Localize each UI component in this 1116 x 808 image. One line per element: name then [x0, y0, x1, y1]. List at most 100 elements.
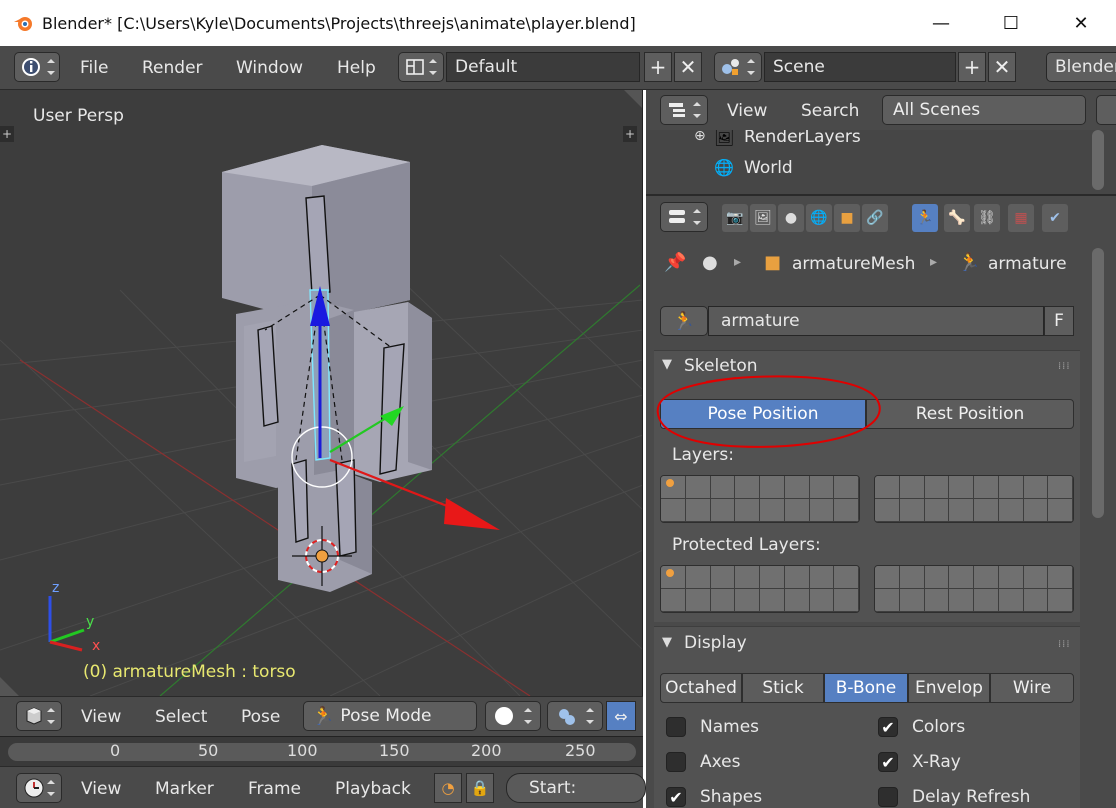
shapes-checkbox[interactable]: ✔ [666, 787, 686, 807]
menu-render[interactable]: Render [142, 58, 203, 78]
drag-handle-icon[interactable]: ⁞⁞⁞ [1058, 361, 1071, 372]
outliner-filter-selector[interactable]: All Scenes [882, 95, 1086, 125]
colors-checkbox[interactable]: ✔ [878, 717, 898, 737]
scene-selector[interactable] [714, 52, 762, 82]
properties-header: 📷 🖼 ● 🌐 ■ 🔗 🏃 🦴 ⛓ ▦ ✔ [646, 196, 1116, 238]
render-tab[interactable]: 📷 [722, 204, 748, 232]
remove-layout-button[interactable]: ✕ [674, 52, 702, 82]
outliner-row-renderlayers[interactable]: RenderLayers [744, 130, 861, 147]
protected-layers-label: Protected Layers: [672, 535, 821, 555]
scene-tab[interactable]: ● [778, 204, 804, 232]
armature-data-tab[interactable]: 🏃 [912, 204, 938, 232]
layers-grid-b[interactable] [874, 475, 1074, 523]
outliner-menu-view[interactable]: View [727, 101, 767, 121]
menu-file[interactable]: File [80, 58, 108, 78]
xray-checkbox[interactable]: ✔ [878, 752, 898, 772]
add-layout-button[interactable]: + [644, 52, 672, 82]
physics-tab[interactable]: ✔ [1042, 204, 1068, 232]
constraints-tab[interactable]: 🔗 [862, 204, 888, 232]
names-checkbox[interactable] [666, 717, 686, 737]
datablock-browse-button[interactable]: 🏃 [660, 306, 708, 336]
menu-view[interactable]: View [81, 707, 121, 727]
names-checkbox-row[interactable]: Names [666, 717, 759, 737]
render-layers-tab[interactable]: 🖼 [750, 204, 776, 232]
pivot-point-selector[interactable] [547, 701, 603, 731]
xray-checkbox-row[interactable]: ✔ X-Ray [878, 752, 961, 772]
shapes-checkbox-row[interactable]: ✔ Shapes [666, 787, 762, 807]
draw-type-octahedral[interactable]: Octahed [660, 673, 742, 703]
menu-pose[interactable]: Pose [241, 707, 280, 727]
layout-icon [406, 59, 437, 75]
editor-type-properties-button[interactable] [660, 202, 708, 232]
bone-constraints-tab[interactable]: ⛓ [974, 204, 1000, 232]
layers-grid-a[interactable] [660, 475, 860, 523]
timeline-menu-playback[interactable]: Playback [335, 779, 411, 799]
draw-type-wire[interactable]: Wire [990, 673, 1074, 703]
object-tab[interactable]: ■ [834, 204, 860, 232]
maximize-button[interactable]: ☐ [976, 0, 1046, 46]
draw-type-envelope[interactable]: Envelop [908, 673, 990, 703]
render-engine-selector[interactable]: Blender [1046, 52, 1116, 82]
axes-checkbox-row[interactable]: Axes [666, 752, 740, 772]
pin-icon[interactable]: 📌 [664, 252, 686, 273]
screen-layout-name[interactable]: Default [446, 52, 640, 82]
delay-refresh-checkbox-row[interactable]: Delay Refresh [878, 787, 1030, 807]
editor-type-3d-button[interactable] [16, 701, 62, 731]
material-tab[interactable]: ▦ [1008, 204, 1034, 232]
menu-help[interactable]: Help [337, 58, 376, 78]
3d-viewport[interactable]: z y x User Persp (0) armatureMesh : tors… [0, 90, 643, 696]
scene-name[interactable]: Scene [764, 52, 956, 82]
colors-checkbox-row[interactable]: ✔ Colors [878, 717, 965, 737]
drag-handle-icon[interactable]: ⁞⁞⁞ [1058, 639, 1071, 650]
protected-layers-grid-b[interactable] [874, 565, 1074, 613]
timeline-menu-marker[interactable]: Marker [155, 779, 214, 799]
display-panel-title[interactable]: Display [684, 633, 747, 653]
bone-tab[interactable]: 🦴 [944, 204, 970, 232]
menu-select[interactable]: Select [155, 707, 207, 727]
collapse-triangle-icon[interactable]: ▼ [662, 635, 672, 650]
outliner[interactable]: ⊕ 🖼 RenderLayers 🌐 World [646, 130, 1116, 196]
delay-refresh-checkbox[interactable] [878, 787, 898, 807]
timeline-menu-frame[interactable]: Frame [248, 779, 301, 799]
outliner-scrollbar[interactable] [1092, 130, 1104, 190]
use-preview-range-toggle[interactable]: ◔ [434, 773, 462, 803]
lock-icon: 🔒 [470, 779, 490, 797]
minimize-button[interactable]: — [906, 0, 976, 46]
armature-name-field[interactable]: armature [708, 306, 1044, 336]
ruler-mark: 150 [379, 741, 410, 760]
rest-position-button[interactable]: Rest Position [866, 399, 1074, 429]
editor-type-outliner-button[interactable] [660, 95, 708, 125]
draw-type-stick[interactable]: Stick [742, 673, 824, 703]
start-frame-field[interactable]: Start: [506, 773, 646, 803]
add-scene-button[interactable]: + [958, 52, 986, 82]
properties-editor: 📌 ● ▸ ■ armatureMesh ▸ 🏃 armature 🏃 arma… [646, 238, 1116, 808]
mode-selector[interactable]: 🏃 Pose Mode [303, 701, 477, 731]
outliner-row-world[interactable]: World [744, 158, 793, 178]
protected-layers-grid-a[interactable] [660, 565, 860, 613]
manipulator-toggle[interactable]: ⇔ [606, 701, 636, 731]
editor-type-timeline-button[interactable] [16, 773, 62, 803]
properties-scrollbar[interactable] [1092, 248, 1104, 518]
screen-layout-selector[interactable] [398, 52, 444, 82]
expand-icon[interactable]: ⊕ [694, 130, 706, 144]
timeline-menu-view[interactable]: View [81, 779, 121, 799]
menu-window[interactable]: Window [236, 58, 303, 78]
toolshelf-toggle[interactable]: + [0, 126, 14, 142]
world-tab[interactable]: 🌐 [806, 204, 832, 232]
active-object-status: (0) armatureMesh : torso [83, 662, 296, 682]
draw-type-bbone[interactable]: B-Bone [824, 673, 908, 703]
axes-checkbox[interactable] [666, 752, 686, 772]
editor-type-info-button[interactable] [14, 52, 60, 82]
lock-time-cursor-toggle[interactable]: 🔒 [466, 773, 494, 803]
remove-scene-button[interactable]: ✕ [988, 52, 1016, 82]
fake-user-button[interactable]: F [1044, 306, 1074, 336]
world-icon: 🌐 [810, 210, 828, 226]
outliner-search-button[interactable] [1096, 95, 1116, 125]
close-button[interactable]: ✕ [1046, 0, 1116, 46]
chain-icon: 🔗 [866, 210, 884, 226]
viewport-shading-selector[interactable] [485, 701, 541, 731]
outliner-menu-search[interactable]: Search [801, 101, 859, 121]
timeline-ruler[interactable]: 0 50 100 150 200 250 [0, 736, 643, 766]
solid-shading-icon [495, 707, 532, 725]
properties-shelf-toggle[interactable]: + [623, 126, 637, 142]
